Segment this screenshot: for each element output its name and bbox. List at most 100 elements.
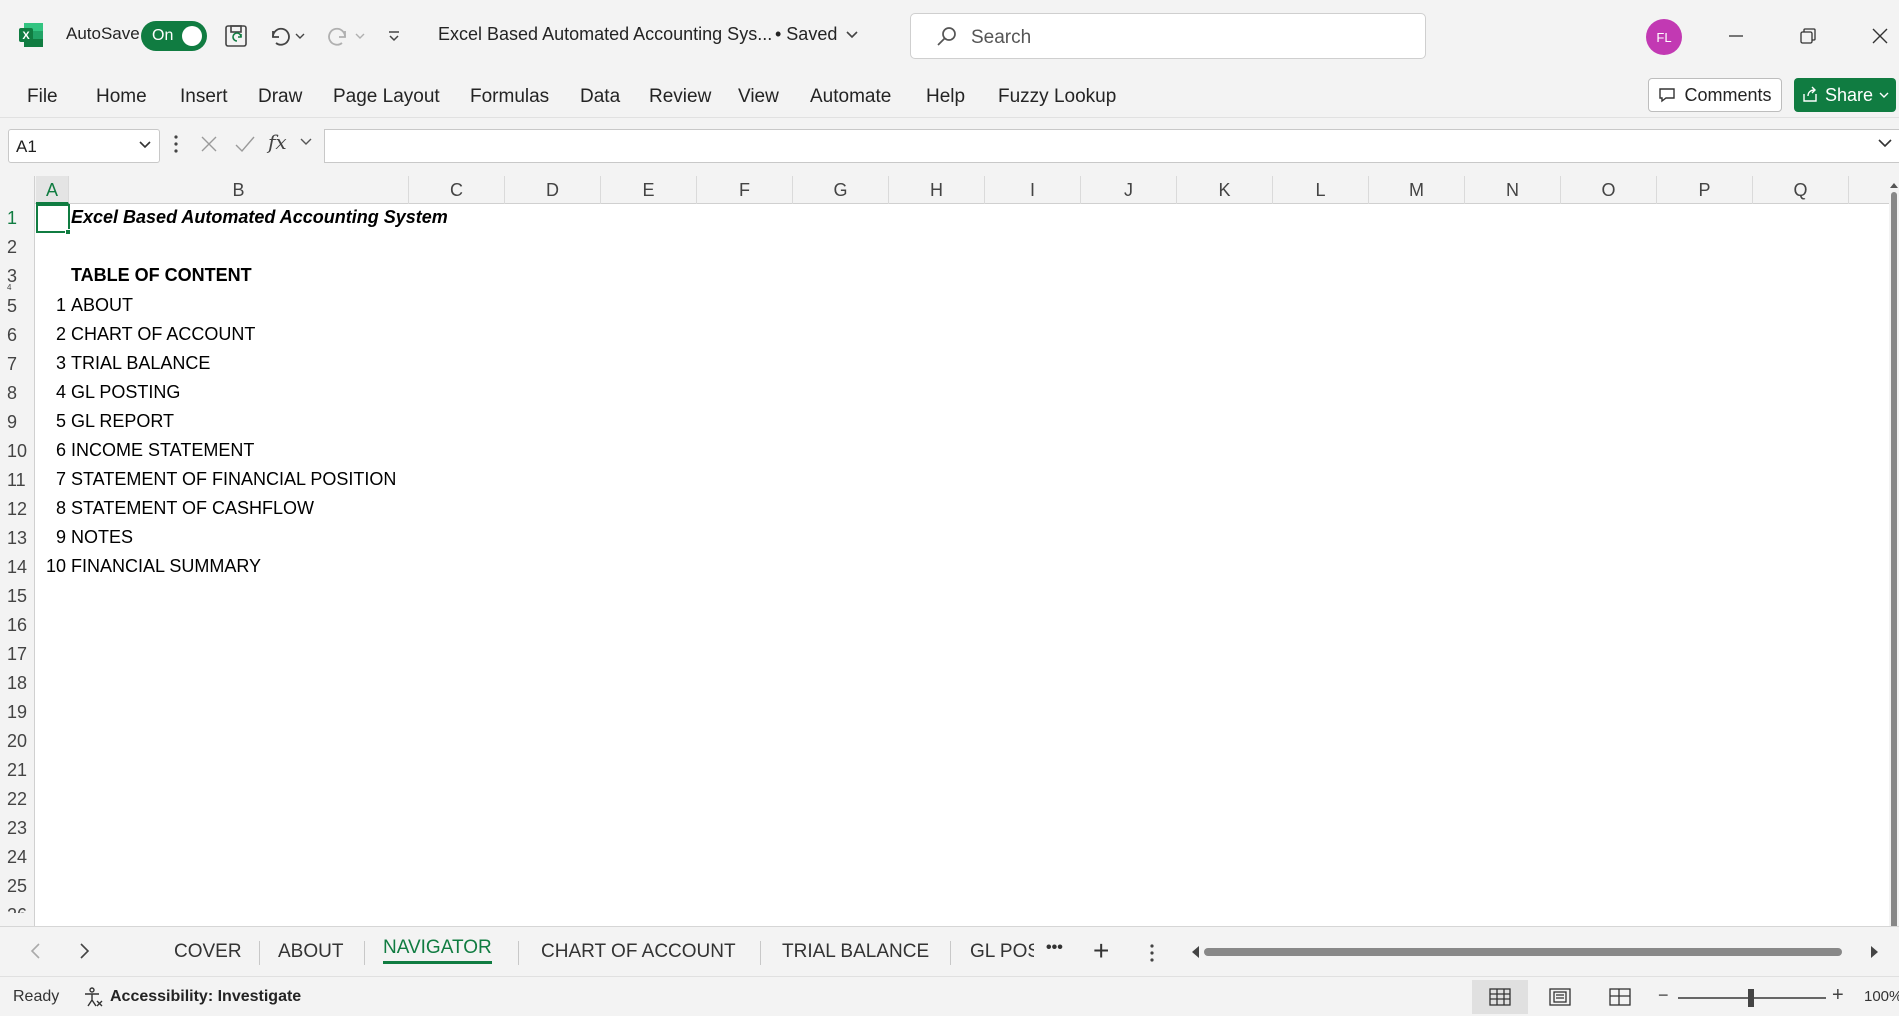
function-chevron-icon[interactable] (298, 134, 314, 150)
horizontal-scrollbar[interactable] (1190, 945, 1880, 959)
toc-link-financial-position[interactable]: STATEMENT OF FINANCIAL POSITION (71, 469, 396, 490)
sheet-options-icon[interactable] (1148, 941, 1156, 965)
row-header[interactable]: 16 (0, 611, 34, 640)
row-header[interactable]: 8 (0, 379, 34, 408)
row-header[interactable]: 4 (0, 284, 34, 292)
toc-link-notes[interactable]: NOTES (71, 527, 133, 548)
row-header[interactable]: 18 (0, 669, 34, 698)
tab-file[interactable]: File (27, 86, 58, 108)
redo-dropdown-icon[interactable] (350, 20, 370, 52)
row-header[interactable]: 12 (0, 495, 34, 524)
row-header[interactable]: 19 (0, 698, 34, 727)
horizontal-scroll-thumb[interactable] (1204, 948, 1842, 956)
undo-dropdown-icon[interactable] (290, 20, 310, 52)
fill-handle[interactable] (65, 229, 71, 235)
previous-sheet-icon[interactable] (28, 941, 44, 961)
tab-automate[interactable]: Automate (810, 86, 891, 108)
close-icon[interactable] (1860, 18, 1899, 54)
expand-formula-bar-icon[interactable] (1876, 136, 1894, 150)
row-header[interactable]: 2 (0, 233, 34, 262)
next-sheet-icon[interactable] (76, 941, 92, 961)
row-header[interactable]: 22 (0, 785, 34, 814)
share-button[interactable]: Share (1794, 78, 1896, 112)
zoom-slider-thumb[interactable] (1748, 989, 1754, 1007)
row-header[interactable]: 15 (0, 582, 34, 611)
row-header[interactable]: 26 (0, 901, 34, 913)
sheet-tab-about[interactable]: ABOUT (278, 941, 343, 963)
cancel-icon[interactable] (196, 132, 222, 156)
name-box[interactable]: A1 (8, 129, 160, 163)
tab-formulas[interactable]: Formulas (470, 86, 549, 108)
restore-icon[interactable] (1788, 18, 1828, 54)
tab-data[interactable]: Data (580, 86, 620, 108)
row-header[interactable]: 1 (0, 204, 34, 233)
column-header-f[interactable]: F (697, 176, 793, 204)
page-layout-view-button[interactable] (1532, 980, 1588, 1014)
more-sheets-icon[interactable]: ••• (1046, 939, 1063, 957)
column-header-i[interactable]: I (985, 176, 1081, 204)
toc-link-gl-posting[interactable]: GL POSTING (71, 382, 180, 403)
toc-link-cashflow[interactable]: STATEMENT OF CASHFLOW (71, 498, 314, 519)
column-header-j[interactable]: J (1081, 176, 1177, 204)
column-header-p[interactable]: P (1657, 176, 1753, 204)
formula-input[interactable] (324, 129, 1899, 163)
column-header-d[interactable]: D (505, 176, 601, 204)
scroll-left-icon[interactable] (1190, 945, 1200, 959)
enter-icon[interactable] (232, 132, 258, 156)
column-header-a[interactable]: A (36, 176, 69, 204)
tab-fuzzy-lookup[interactable]: Fuzzy Lookup (998, 86, 1116, 108)
more-options-icon[interactable] (172, 132, 180, 156)
toc-link-financial-summary[interactable]: FINANCIAL SUMMARY (71, 556, 261, 577)
sheet-tab-trial-balance[interactable]: TRIAL BALANCE (782, 941, 929, 963)
column-header-o[interactable]: O (1561, 176, 1657, 204)
tab-help[interactable]: Help (926, 86, 965, 108)
vertical-scroll-thumb[interactable] (1891, 192, 1897, 926)
insert-function-icon[interactable]: fx (268, 130, 287, 154)
row-header[interactable]: 6 (0, 321, 34, 350)
column-header-c[interactable]: C (409, 176, 505, 204)
row-header[interactable]: 14 (0, 553, 34, 582)
column-header-m[interactable]: M (1369, 176, 1465, 204)
zoom-level[interactable]: 100% (1864, 988, 1899, 1005)
row-header[interactable]: 11 (0, 466, 34, 495)
column-header-g[interactable]: G (793, 176, 889, 204)
toc-link-about[interactable]: ABOUT (71, 295, 133, 316)
scroll-right-icon[interactable] (1870, 945, 1880, 959)
column-header-b[interactable]: B (69, 176, 409, 204)
toc-link-trial-balance[interactable]: TRIAL BALANCE (71, 353, 210, 374)
accessibility-checker[interactable]: Accessibility: Investigate (82, 986, 301, 1008)
normal-view-button[interactable] (1472, 980, 1528, 1014)
sheet-tab-navigator[interactable]: NAVIGATOR (383, 937, 492, 964)
sheet-tab-gl-posting[interactable]: GL POS (970, 941, 1034, 963)
sheet-tab-chart-of-account[interactable]: CHART OF ACCOUNT (541, 941, 736, 963)
saved-status[interactable]: • Saved (775, 24, 859, 45)
toc-link-gl-report[interactable]: GL REPORT (71, 411, 174, 432)
column-header-n[interactable]: N (1465, 176, 1561, 204)
row-header[interactable]: 7 (0, 350, 34, 379)
zoom-out-button[interactable]: − (1658, 985, 1669, 1006)
save-icon[interactable] (220, 20, 252, 52)
name-box-chevron-icon[interactable] (137, 137, 153, 153)
sheet-tab-cover[interactable]: COVER (174, 941, 242, 963)
scroll-up-icon[interactable] (1889, 181, 1899, 189)
zoom-in-button[interactable]: + (1832, 984, 1844, 1007)
autosave-toggle[interactable]: On (141, 21, 207, 51)
tab-view[interactable]: View (738, 86, 779, 108)
column-header-l[interactable]: L (1273, 176, 1369, 204)
row-header[interactable]: 10 (0, 437, 34, 466)
column-header-q[interactable]: Q (1753, 176, 1849, 204)
row-header[interactable]: 13 (0, 524, 34, 553)
tab-review[interactable]: Review (649, 86, 711, 108)
column-header-h[interactable]: H (889, 176, 985, 204)
column-header-e[interactable]: E (601, 176, 697, 204)
tab-draw[interactable]: Draw (258, 86, 302, 108)
comments-button[interactable]: Comments (1648, 78, 1782, 112)
tab-insert[interactable]: Insert (180, 86, 228, 108)
row-header[interactable]: 21 (0, 756, 34, 785)
user-avatar[interactable]: FL (1646, 19, 1682, 55)
row-header[interactable]: 9 (0, 408, 34, 437)
row-header[interactable]: 23 (0, 814, 34, 843)
row-header[interactable]: 5 (0, 292, 34, 321)
tab-page-layout[interactable]: Page Layout (333, 86, 440, 108)
customize-toolbar-icon[interactable] (378, 20, 410, 52)
